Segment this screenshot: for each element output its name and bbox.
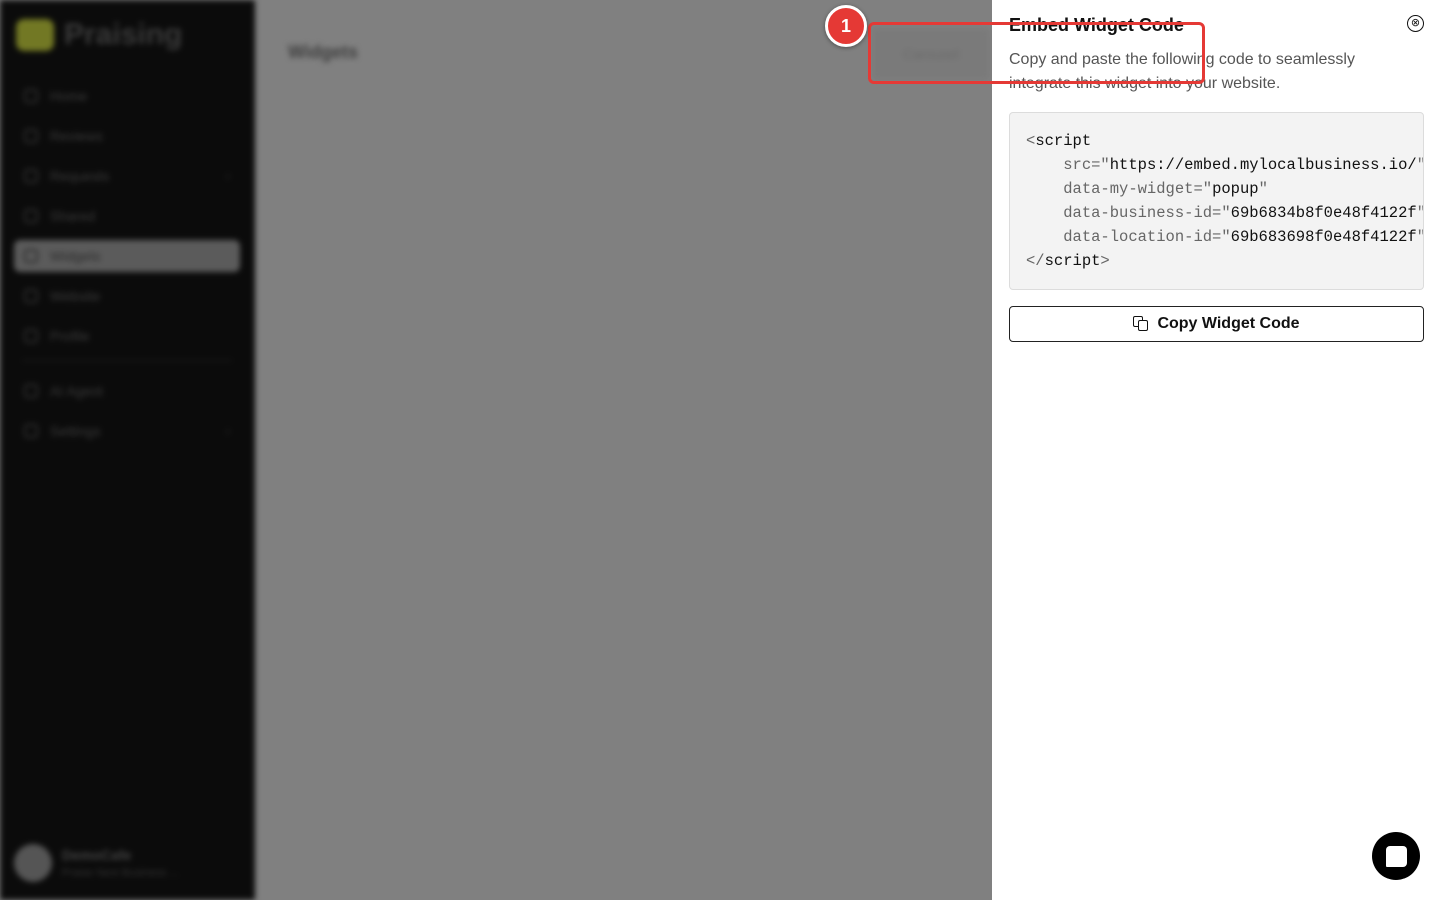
chevron-right-icon: › — [226, 169, 230, 183]
code-attr-value: https://embed.mylocalbusiness.io/ — [1109, 156, 1417, 174]
code-text: <script src="https://embed.mylocalbusine… — [1026, 132, 1423, 270]
sidebar-item-shared[interactable]: Shared — [14, 200, 240, 232]
widgets-icon — [24, 249, 38, 263]
sidebar-item-ai-agent[interactable]: AI Agent — [14, 375, 240, 407]
requests-icon — [24, 169, 38, 183]
avatar — [14, 844, 52, 882]
sidebar-item-label: Home — [50, 88, 88, 104]
sidebar-nav: Home Reviews Requests › Shared Widgets We… — [14, 80, 240, 455]
sidebar-item-label: Shared — [50, 208, 96, 224]
carousel-button: Carousel — [872, 28, 990, 80]
drawer-description: Copy and paste the following code to sea… — [1009, 51, 1355, 92]
chat-bubble-icon — [1385, 845, 1407, 867]
code-attr-value: 69b6834b8f0e48f4122f — [1230, 204, 1417, 222]
close-icon[interactable]: ⊗ — [1407, 15, 1424, 32]
page-title: Widgets — [288, 42, 358, 62]
code-attr-name: data-location-id — [1063, 228, 1213, 246]
sidebar-item-widgets[interactable]: Widgets — [14, 240, 240, 272]
code-open-tag: script — [1035, 132, 1092, 150]
copy-icon — [1133, 316, 1149, 332]
code-attr-name: data-my-widget — [1063, 180, 1194, 198]
copy-widget-code-button[interactable]: Copy Widget Code — [1009, 306, 1424, 342]
user-profile[interactable]: DemoCafe Praise Next Business ... — [14, 844, 179, 882]
sidebar-item-label: Website — [50, 288, 101, 304]
brand-logo-icon — [16, 19, 54, 51]
sidebar-item-label: Reviews — [50, 128, 103, 144]
sidebar-item-settings[interactable]: Settings › — [14, 415, 240, 447]
code-attr-value: 69b683698f0e48f4122f — [1230, 228, 1417, 246]
sidebar-item-profile[interactable]: Profile — [14, 320, 240, 352]
gear-icon — [24, 424, 38, 438]
reviews-icon — [24, 129, 38, 143]
code-attr-name: data-business-id — [1063, 204, 1213, 222]
code-close-tag: script — [1044, 252, 1101, 270]
annotation-step-badge: 1 — [825, 5, 867, 47]
copy-button-label: Copy Widget Code — [1157, 315, 1300, 332]
sidebar-divider — [22, 360, 232, 361]
user-subtitle: Praise Next Business ... — [62, 867, 179, 879]
drawer-title: Embed Widget Code — [1009, 15, 1184, 35]
profile-icon — [24, 329, 38, 343]
sidebar-item-website[interactable]: Website — [14, 280, 240, 312]
chat-launcher-button[interactable] — [1372, 832, 1420, 880]
chevron-right-icon: › — [226, 424, 230, 438]
sparkle-icon — [24, 384, 38, 398]
sidebar-item-label: Requests — [50, 168, 110, 184]
sidebar-item-label: Profile — [50, 328, 90, 344]
sidebar-item-label: Widgets — [50, 248, 101, 264]
code-block[interactable]: <script src="https://embed.mylocalbusine… — [1009, 112, 1424, 290]
home-icon — [24, 89, 38, 103]
code-attr-value: popup — [1212, 180, 1259, 198]
code-attr-name: src — [1063, 156, 1092, 174]
sidebar-item-reviews[interactable]: Reviews — [14, 120, 240, 152]
sidebar-item-requests[interactable]: Requests › — [14, 160, 240, 192]
sidebar-item-label: AI Agent — [50, 383, 103, 399]
sidebar-item-label: Settings — [50, 423, 101, 439]
sidebar-item-home[interactable]: Home — [14, 80, 240, 112]
brand-name: Praising — [64, 18, 183, 51]
user-name: DemoCafe — [62, 847, 132, 863]
share-icon — [24, 209, 38, 223]
embed-widget-drawer: Embed Widget Code ⊗ Copy and paste the f… — [992, 0, 1440, 900]
sidebar: Praising Home Reviews Requests › Shared W… — [0, 0, 255, 900]
brand: Praising — [16, 18, 182, 52]
globe-icon — [24, 289, 38, 303]
